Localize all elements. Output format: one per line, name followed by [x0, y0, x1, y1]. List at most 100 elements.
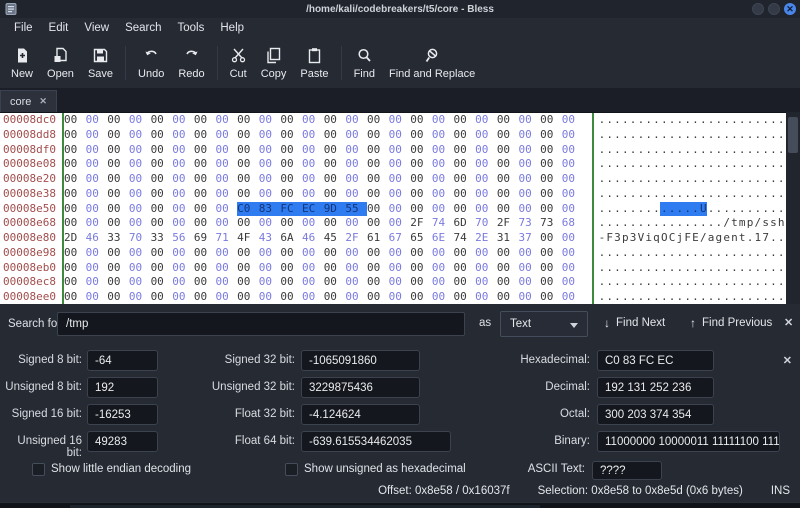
hex-byte[interactable]: 00 — [367, 113, 389, 128]
hex-byte[interactable]: 00 — [389, 113, 411, 128]
ascii-char[interactable]: . — [692, 172, 700, 187]
ascii-char[interactable]: . — [762, 128, 770, 143]
ascii-char[interactable]: . — [629, 246, 637, 261]
ascii-char[interactable]: . — [637, 113, 645, 128]
hex-byte[interactable]: 00 — [432, 275, 454, 290]
hex-byte[interactable]: 00 — [107, 128, 129, 143]
hex-byte[interactable]: 00 — [497, 172, 519, 187]
ascii-char[interactable]: . — [645, 246, 653, 261]
search-type-select[interactable]: Text — [500, 311, 588, 337]
hex-byte[interactable]: 00 — [215, 143, 237, 158]
hex-byte[interactable]: 00 — [194, 143, 216, 158]
hex-byte[interactable]: 00 — [64, 275, 86, 290]
hex-byte[interactable]: 00 — [518, 246, 540, 261]
ascii-char[interactable]: . — [684, 157, 692, 172]
ascii-char[interactable]: p — [621, 231, 629, 246]
ascii-char[interactable]: i — [645, 231, 653, 246]
ascii-char[interactable]: . — [754, 143, 762, 158]
hex-byte[interactable]: 00 — [454, 172, 476, 187]
hex-byte[interactable]: 00 — [194, 261, 216, 276]
hex-byte[interactable]: 61 — [367, 231, 389, 246]
ascii-char[interactable]: . — [754, 290, 762, 304]
hex-byte[interactable]: 00 — [540, 246, 562, 261]
hex-byte[interactable]: 00 — [107, 113, 129, 128]
ascii-char[interactable]: . — [629, 216, 637, 231]
ascii-char[interactable]: . — [707, 216, 715, 231]
hex-byte[interactable]: 00 — [432, 202, 454, 217]
hex-byte[interactable]: 00 — [64, 216, 86, 231]
ascii-char[interactable]: . — [621, 187, 629, 202]
ascii-char[interactable]: . — [777, 113, 785, 128]
ascii-char[interactable]: . — [637, 275, 645, 290]
hex-byte[interactable]: 00 — [540, 261, 562, 276]
ascii-char[interactable]: a — [707, 231, 715, 246]
ascii-char[interactable]: . — [738, 172, 746, 187]
ascii-char[interactable]: . — [754, 157, 762, 172]
hex-byte[interactable]: 73 — [540, 216, 562, 231]
ascii-char[interactable]: e — [723, 231, 731, 246]
ascii-char[interactable]: . — [668, 128, 676, 143]
redo-button[interactable]: Redo — [171, 44, 211, 83]
hex-byte[interactable]: 00 — [259, 172, 281, 187]
ascii-char[interactable]: . — [692, 202, 700, 217]
ascii-char[interactable]: . — [715, 246, 723, 261]
ascii-char[interactable]: . — [699, 187, 707, 202]
ascii-char[interactable]: . — [598, 113, 606, 128]
hex-byte[interactable]: 00 — [86, 216, 108, 231]
hex-byte[interactable]: 00 — [129, 261, 151, 276]
hex-byte[interactable]: 00 — [259, 128, 281, 143]
hex-byte[interactable]: 00 — [562, 275, 584, 290]
hex-byte[interactable]: 00 — [475, 143, 497, 158]
ascii-char[interactable]: . — [723, 128, 731, 143]
hex-byte[interactable]: 00 — [410, 113, 432, 128]
ascii-char[interactable]: . — [676, 128, 684, 143]
ascii-char[interactable]: . — [699, 157, 707, 172]
hex-byte[interactable]: 43 — [259, 231, 281, 246]
hex-byte[interactable]: 00 — [172, 128, 194, 143]
ascii-char[interactable]: . — [621, 143, 629, 158]
hex-byte[interactable]: 00 — [194, 128, 216, 143]
hex-byte[interactable]: 00 — [562, 113, 584, 128]
ascii-char[interactable]: . — [606, 275, 614, 290]
ascii-char[interactable]: . — [645, 113, 653, 128]
hex-byte[interactable]: 00 — [540, 113, 562, 128]
hex-byte[interactable]: 00 — [432, 113, 454, 128]
ascii-char[interactable]: m — [738, 216, 746, 231]
ascii-char[interactable]: . — [762, 187, 770, 202]
ascii-char[interactable]: . — [715, 128, 723, 143]
ascii-char[interactable]: . — [684, 202, 692, 217]
ascii-char[interactable]: . — [637, 261, 645, 276]
hex-byte[interactable]: 00 — [518, 113, 540, 128]
hex-byte[interactable]: 00 — [540, 290, 562, 304]
ascii-char[interactable]: . — [746, 143, 754, 158]
hex-byte[interactable]: 00 — [107, 187, 129, 202]
hex-byte[interactable]: 00 — [345, 128, 367, 143]
hex-byte[interactable]: 00 — [107, 172, 129, 187]
ascii-char[interactable]: . — [606, 246, 614, 261]
hex-byte[interactable]: 00 — [518, 261, 540, 276]
ascii-char[interactable]: F — [606, 231, 614, 246]
ascii-char[interactable]: q — [653, 231, 661, 246]
ascii-char[interactable]: U — [699, 202, 707, 217]
ascii-char[interactable]: . — [738, 290, 746, 304]
ascii-char[interactable]: t — [731, 216, 739, 231]
ascii-char[interactable]: . — [762, 246, 770, 261]
hex-byte[interactable]: 71 — [215, 231, 237, 246]
hex-byte[interactable]: 00 — [518, 290, 540, 304]
ascii-char[interactable]: . — [692, 113, 700, 128]
ascii-char[interactable]: . — [699, 143, 707, 158]
ascii-char[interactable]: s — [770, 216, 778, 231]
ascii-char[interactable]: . — [598, 275, 606, 290]
ascii-char[interactable]: . — [598, 187, 606, 202]
ascii-char[interactable]: . — [676, 172, 684, 187]
ascii-char[interactable]: . — [692, 187, 700, 202]
hex-byte[interactable]: 00 — [151, 290, 173, 304]
hex-byte[interactable]: 00 — [410, 172, 432, 187]
ascii-char[interactable]: . — [770, 261, 778, 276]
hex-byte[interactable]: 74 — [432, 216, 454, 231]
ascii-char[interactable]: . — [746, 113, 754, 128]
ascii-char[interactable]: . — [653, 187, 661, 202]
hex-byte[interactable]: 00 — [129, 275, 151, 290]
ascii-char[interactable]: . — [660, 157, 668, 172]
hex-byte[interactable]: 00 — [389, 157, 411, 172]
